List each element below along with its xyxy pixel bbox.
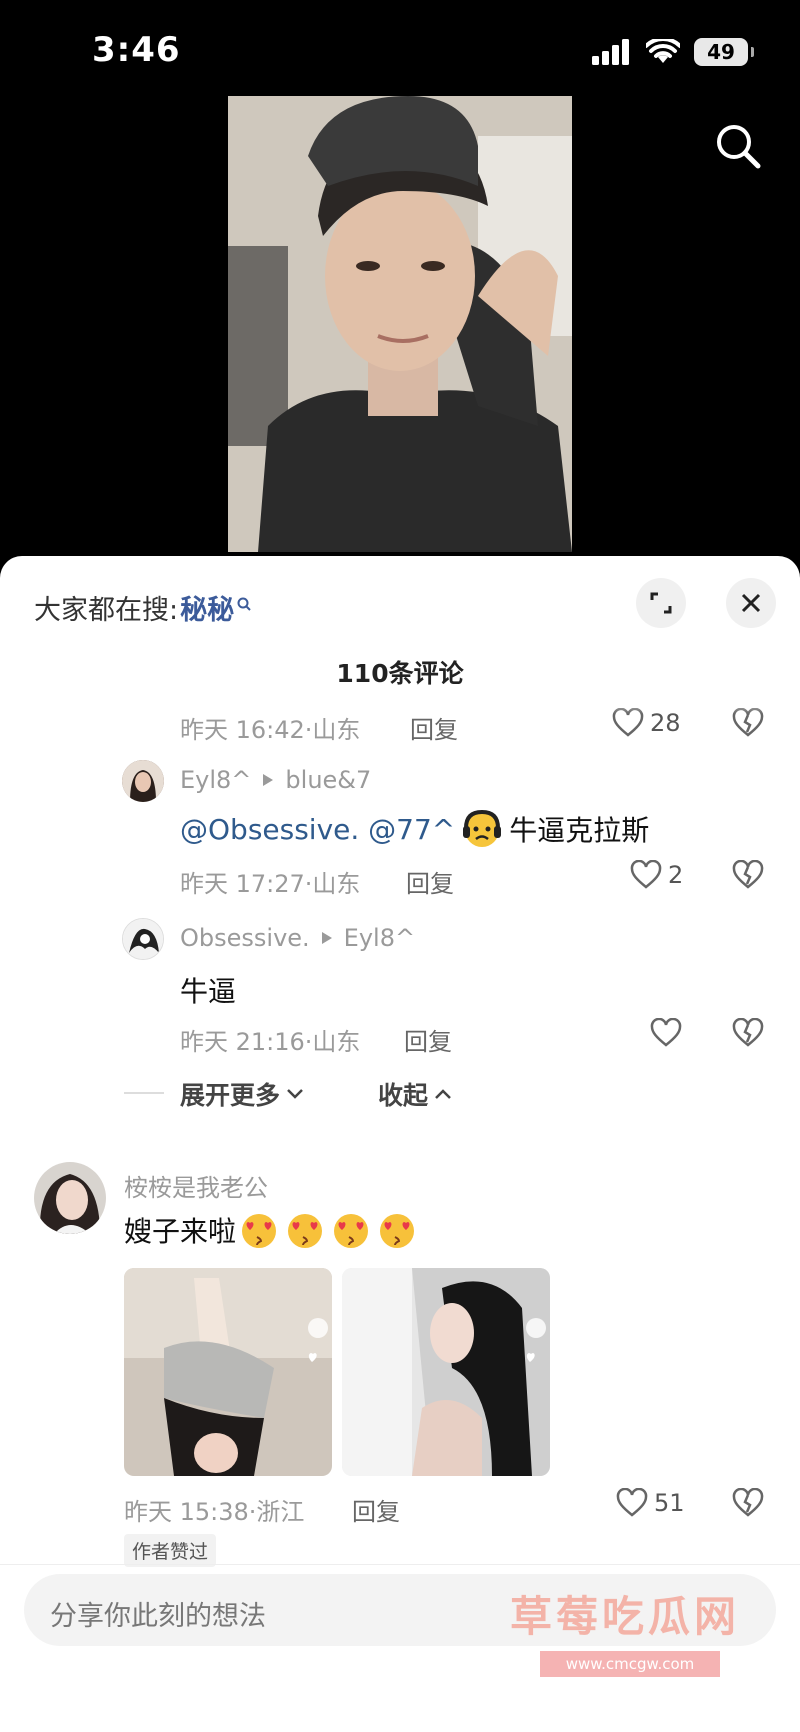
collapse-label: 收起	[378, 1081, 429, 1110]
reply-arrow-icon	[321, 932, 332, 944]
heart-icon	[630, 860, 662, 889]
reply-button[interactable]: 回复	[404, 1022, 452, 1057]
reply-button[interactable]: 回复	[352, 1492, 400, 1527]
reply-username[interactable]: Eyl8^	[180, 766, 251, 794]
mention-link[interactable]: @Obsessive. @77^	[180, 813, 455, 846]
reply-text: 牛逼	[180, 975, 237, 1008]
reply-target-username[interactable]: blue&7	[285, 766, 371, 794]
attachment-image	[342, 1268, 550, 1476]
author-liked-badge: 作者赞过	[124, 1534, 217, 1567]
close-sheet-button[interactable]	[726, 578, 776, 628]
chevron-up-icon	[435, 1089, 451, 1099]
expand-more-label: 展开更多	[180, 1081, 281, 1110]
reply-text-line: @Obsessive. @77^ 牛逼克拉斯	[180, 808, 649, 850]
user-avatar-image	[34, 1162, 106, 1234]
avatar[interactable]	[34, 1162, 106, 1234]
image-attachment[interactable]	[124, 1268, 332, 1476]
comment-text-line: 嫂子来啦	[124, 1210, 418, 1250]
scroll-fade	[0, 692, 800, 714]
status-time: 3:46	[92, 30, 181, 70]
avatar[interactable]	[122, 760, 164, 802]
status-icons: 49	[592, 38, 754, 66]
status-bar: 3:46 49	[0, 0, 800, 100]
comment-time: 昨天 15:38·浙江	[124, 1498, 305, 1526]
reply-target-username[interactable]: Eyl8^	[344, 924, 415, 952]
avatar[interactable]	[122, 918, 164, 960]
expand-sheet-button[interactable]	[636, 578, 686, 628]
comments-sheet: 大家都在搜: 秘秘 110条评论 昨天 16:42·山东 回复 28 Eyl8^…	[0, 556, 800, 1732]
close-icon	[741, 593, 761, 613]
like-button[interactable]	[650, 1017, 682, 1052]
video-frame[interactable]	[228, 96, 572, 552]
emoji-group	[238, 1211, 418, 1249]
search-icon	[717, 125, 761, 169]
reply-text: 牛逼克拉斯	[509, 814, 650, 847]
heart-icon	[616, 1488, 648, 1517]
heart-eyes-emoji-icon	[288, 1214, 323, 1248]
expand-icon	[650, 592, 672, 614]
comment-input-placeholder: 分享你此刻的想法	[50, 1601, 266, 1632]
reply-arrow-icon	[263, 774, 274, 786]
divider	[124, 1092, 164, 1094]
partial-reply-button[interactable]: 回复	[410, 710, 458, 745]
small-search-icon	[237, 597, 251, 611]
chevron-down-icon	[287, 1089, 303, 1099]
hot-search-keyword[interactable]: 秘秘	[180, 588, 234, 627]
like-button[interactable]: 51	[616, 1488, 685, 1518]
comment-username[interactable]: 桉桉是我老公	[124, 1168, 268, 1203]
heart-eyes-emoji-icon	[334, 1214, 369, 1248]
broken-heart-icon	[732, 1017, 764, 1047]
broken-heart-icon	[732, 1487, 764, 1517]
video-person-image	[228, 96, 572, 552]
user-avatar-image	[123, 919, 163, 959]
expand-more-button[interactable]: 展开更多	[180, 1076, 304, 1112]
battery-indicator: 49	[694, 38, 754, 66]
heart-eyes-emoji-icon	[242, 1214, 277, 1248]
comment-time: 昨天 21:16·山东	[180, 1028, 361, 1056]
heart-icon	[650, 1017, 682, 1047]
dislike-button[interactable]	[732, 1487, 764, 1522]
like-button[interactable]: 2	[630, 860, 683, 890]
partial-comment-time: 昨天 16:42·山东	[180, 716, 361, 744]
reply-username[interactable]: Obsessive.	[180, 924, 310, 952]
collapse-button[interactable]: 收起	[378, 1076, 452, 1112]
dislike-button[interactable]	[732, 1017, 764, 1052]
watermark-logo: 草莓吃瓜网	[510, 1592, 741, 1641]
hot-search-prefix: 大家都在搜:	[34, 595, 179, 626]
reply-button[interactable]: 回复	[406, 864, 454, 899]
hot-search-bar[interactable]: 大家都在搜: 秘秘	[34, 588, 252, 627]
comment-time: 昨天 17:27·山东	[180, 870, 361, 898]
heart-eyes-emoji-icon	[380, 1214, 415, 1248]
attachment-image	[124, 1268, 332, 1476]
like-count: 2	[668, 861, 684, 889]
divider	[0, 1564, 800, 1565]
comment-text: 嫂子来啦	[124, 1215, 237, 1248]
watermark-url: www.cmcgw.com	[540, 1651, 720, 1677]
reply-user-line: Obsessive. Eyl8^	[180, 924, 415, 952]
search-button[interactable]	[710, 118, 766, 174]
image-attachment[interactable]	[342, 1268, 550, 1476]
reply-user-line: Eyl8^ blue&7	[180, 766, 371, 794]
wifi-icon	[646, 39, 680, 63]
cellular-signal-icon	[592, 39, 629, 65]
dislike-button[interactable]	[732, 859, 764, 894]
comment-count-title: 110条评论	[336, 659, 464, 688]
user-avatar-image	[122, 760, 164, 802]
like-count: 51	[654, 1489, 685, 1517]
broken-heart-icon	[732, 859, 764, 889]
emoji-icon	[463, 809, 502, 847]
